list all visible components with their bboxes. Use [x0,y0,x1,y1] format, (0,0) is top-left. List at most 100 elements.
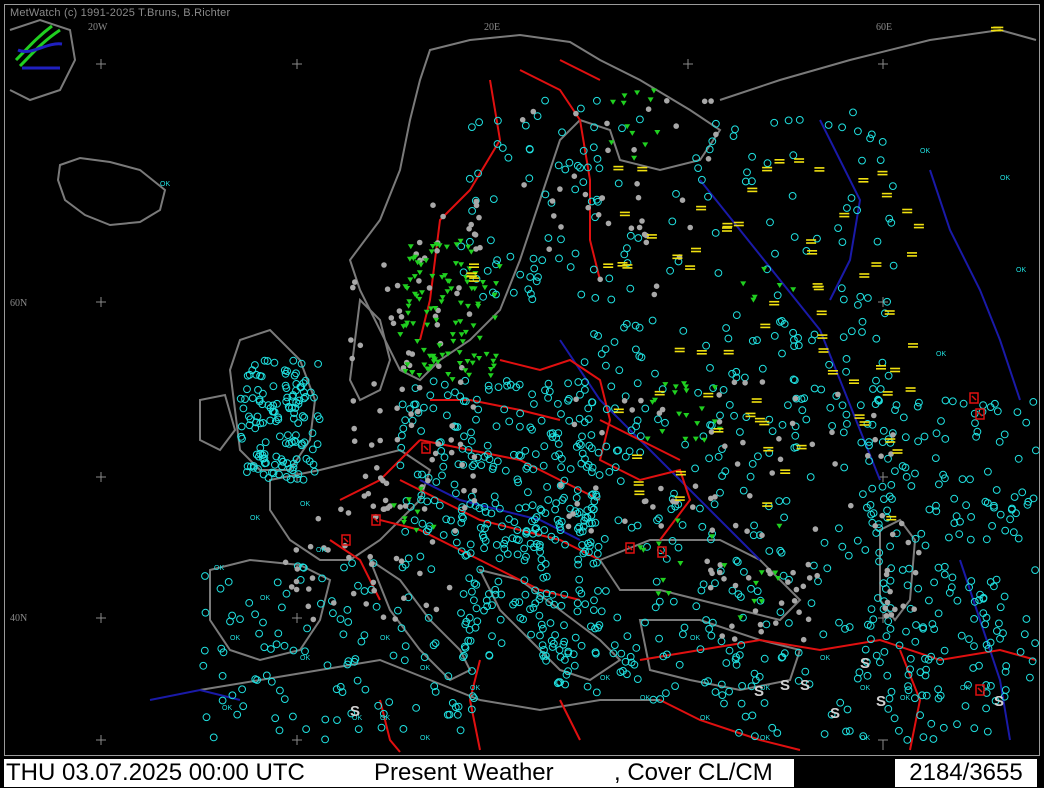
haze-marker [674,350,685,353]
station-dot [432,450,439,457]
station-dot [394,436,401,443]
ok-label: OK [222,705,232,712]
haze-marker [637,169,648,172]
station-dot [645,106,652,112]
station-dot [348,337,354,343]
haze-marker [774,162,785,164]
station-dot [721,576,727,582]
haze-marker [812,283,823,285]
haze-marker [747,187,758,190]
haze-marker [654,393,665,396]
haze-marker [827,370,838,372]
station-dot [357,342,364,349]
station-dot [392,616,399,622]
station-dot [789,420,796,427]
ok-label: OK [300,655,310,662]
station-dot [370,579,377,586]
haze-marker [886,518,897,521]
station-dot [394,282,401,289]
haze-marker [603,263,614,265]
station-dot [731,379,738,386]
haze-marker [908,346,918,348]
lat-label-40n: 40N [10,613,28,624]
station-dot [835,391,841,398]
haze-marker [817,334,828,336]
station-dot [708,98,714,104]
station-dot [294,566,301,572]
station-dot [440,213,446,220]
station-dot [471,487,478,494]
station-dot [732,582,739,589]
station-dot [709,527,716,533]
ok-label: OK [860,735,870,742]
station-dot [785,579,791,585]
haze-marker [619,211,630,214]
station-dot [814,572,820,579]
haze-marker [877,170,888,173]
station-dot [656,410,663,417]
station-dot [477,244,483,251]
station-dot [476,214,482,221]
haze-marker [674,499,685,501]
station-dot [448,437,455,443]
station-dot [796,609,802,615]
haze-marker [882,394,893,396]
station-dot [362,473,369,480]
station-dot [566,513,572,519]
station-dot [416,278,422,284]
haze-marker [859,276,870,278]
haze-marker [769,303,780,306]
station-dot [282,559,289,566]
haze-marker [760,326,771,329]
weather-map[interactable]: OK OK OK OK OK OK OK OK OK OK OK OK OK OK OK OK OK OK OK OK… [0,0,1044,788]
station-dot [792,395,799,402]
station-dot [708,495,714,502]
station-dot [546,246,552,252]
haze-marker [902,208,913,211]
haze-marker [882,391,893,393]
station-dot [573,396,579,403]
ok-label: OK [260,595,270,602]
station-dot [916,549,922,556]
station-dot [588,528,594,534]
station-dot [380,614,387,620]
station-dot [716,419,723,425]
station-dot [621,398,628,404]
haze-marker [769,300,780,303]
haze-marker [759,423,770,426]
haze-marker [839,215,850,218]
ok-label: OK [160,181,170,188]
haze-marker [780,469,791,471]
station-dot [549,198,556,204]
station-dot [571,173,578,179]
station-dot [361,493,368,499]
status-datetime: THU 03.07.2025 00:00 UTC [6,759,305,786]
station-dot [805,616,812,623]
haze-marker [807,253,818,255]
station-dot [381,262,387,268]
haze-marker [613,411,624,414]
station-dot [636,224,643,231]
station-dot [888,612,895,618]
station-dot [806,575,813,581]
status-bar: THU 03.07.2025 00:00 UTC Present Weather… [0,756,1044,788]
station-dot [752,608,759,614]
station-dot [466,311,473,317]
haze-marker [905,390,916,392]
haze-marker [469,280,480,282]
station-dot [745,575,752,581]
station-dot [800,636,807,643]
dust-marker: S [800,677,810,694]
station-dot [635,194,642,201]
station-dot [377,408,383,414]
station-dot [759,532,765,539]
station-dot [585,204,591,211]
metwatch-logo-icon[interactable] [12,20,70,72]
haze-marker [796,444,807,447]
haze-marker [806,239,817,241]
station-dot [604,120,610,127]
station-dot [732,522,739,529]
haze-marker [907,252,917,254]
lon-label-60e: 60E [876,22,893,33]
haze-marker [876,368,886,370]
